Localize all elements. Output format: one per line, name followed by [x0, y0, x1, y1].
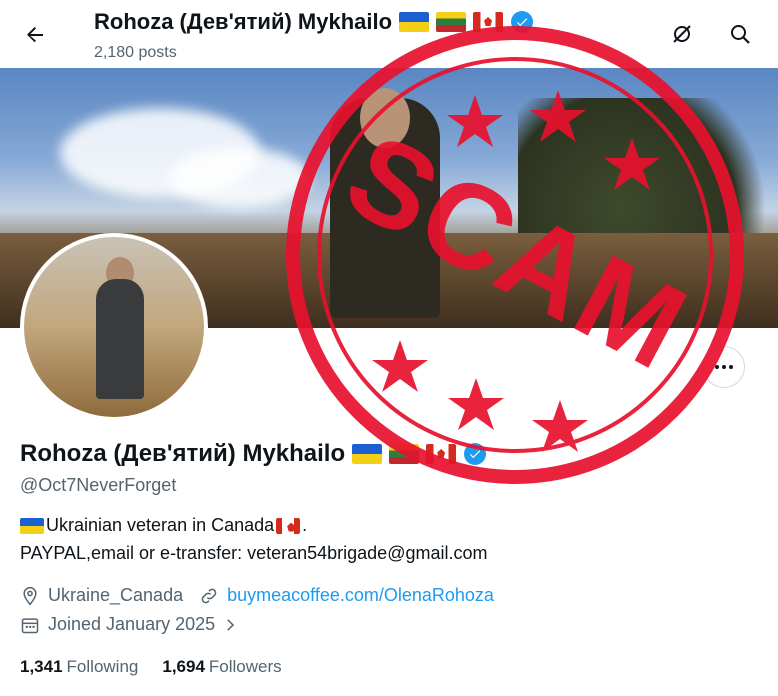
profile-meta-row: Ukraine_Canada buymeacoffee.com/OlenaRoh…: [20, 585, 494, 606]
canada-flag-icon: [276, 517, 301, 534]
lithuania-flag-icon: [389, 444, 420, 464]
back-button[interactable]: [18, 18, 52, 52]
top-bar: Rohoza (Дев'ятий) Mykhailo 2,180 posts: [0, 0, 778, 68]
verified-badge-icon: [511, 11, 534, 33]
header-name: Rohoza (Дев'ятий) Mykhailo: [94, 9, 393, 34]
website-link[interactable]: buymeacoffee.com/OlenaRohoza: [227, 585, 494, 606]
bio-line-2: PAYPAL,email or e-transfer: veteran54bri…: [20, 543, 488, 563]
arrow-left-icon: [27, 27, 43, 43]
profile-name: Rohoza (Дев'ятий) Mykhailo: [20, 440, 487, 468]
joined-text: Joined January 2025: [48, 614, 216, 634]
lithuania-flag-icon: [436, 12, 467, 32]
followers-count: 1,694: [162, 657, 205, 676]
more-options-button[interactable]: [703, 346, 745, 388]
ukraine-flag-icon: [399, 12, 430, 32]
search-button[interactable]: [724, 18, 756, 50]
search-icon: [731, 25, 750, 44]
bio-text-1-end: .: [302, 515, 308, 535]
location-pin-icon: [23, 586, 37, 605]
joined-row[interactable]: Joined January 2025: [20, 614, 239, 635]
bio-text-1: Ukrainian veteran in Canada: [46, 515, 275, 535]
avatar[interactable]: [20, 233, 208, 421]
followers-label: Followers: [208, 657, 282, 676]
following-link[interactable]: 1,341 Following: [20, 657, 138, 677]
ukraine-flag-icon: [20, 517, 44, 534]
bio-line-1: Ukrainian veteran in Canada .: [20, 515, 307, 536]
link-icon: [201, 588, 217, 603]
ukraine-flag-icon: [352, 444, 383, 464]
verified-badge-icon[interactable]: [464, 443, 487, 465]
display-name: Rohoza (Дев'ятий) Mykhailo: [20, 440, 346, 467]
followers-link[interactable]: 1,694 Followers: [162, 657, 281, 677]
profile-handle: @Oct7NeverForget: [20, 475, 177, 495]
canada-flag-icon: [473, 12, 504, 32]
more-dots-icon: [715, 365, 733, 369]
header-title: Rohoza (Дев'ятий) Mykhailo: [94, 9, 534, 35]
post-count: 2,180 posts: [94, 44, 177, 61]
following-count: 1,341: [20, 657, 63, 676]
chevron-right-icon: [227, 618, 235, 631]
location-text: Ukraine_Canada: [48, 585, 184, 605]
calendar-icon: [21, 617, 39, 633]
canada-flag-icon: [426, 444, 457, 464]
unfollow-sync-icon: [673, 25, 691, 43]
following-label: Following: [66, 657, 139, 676]
follow-stats: 1,341 Following 1,694 Followers: [20, 657, 282, 677]
unfollow-sync-button[interactable]: [666, 18, 698, 50]
